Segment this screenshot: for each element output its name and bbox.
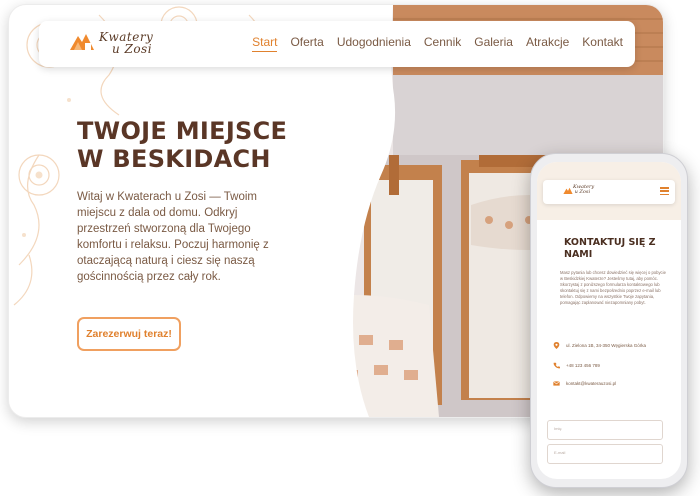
hero-description: Witaj w Kwaterach u Zosi — Twoim miejscu… (77, 191, 269, 283)
site-logo[interactable]: Kwatery u Zosi (69, 30, 169, 60)
hero-title: TWOJE MIEJSCE W BESKIDACH (77, 117, 337, 173)
nav-atrakcje[interactable]: Atrakcje (526, 35, 569, 52)
top-navbar: Kwatery u Zosi Start Oferta Udogodnienia… (39, 21, 635, 67)
mobile-logo-text[interactable]: Kwatery u Zosi (573, 185, 594, 195)
name-input[interactable]: Imię (547, 420, 663, 440)
email-input[interactable]: E-mail (547, 444, 663, 464)
phone-screen: Kwatery u Zosi KONTAKTUJ SIĘ Z NAMI Masz… (537, 162, 681, 479)
hero-title-line1: TWOJE MIEJSCE (77, 117, 288, 145)
hamburger-menu-icon[interactable] (660, 187, 669, 196)
nav-oferta[interactable]: Oferta (290, 35, 323, 52)
contact-address: ul. Zielona 1B, 34-350 Węgierska Górka (553, 342, 646, 349)
mountain-house-icon (70, 34, 94, 50)
mail-icon (553, 381, 560, 386)
reserve-button[interactable]: Zarezerwuj teraz! (77, 317, 181, 351)
nav-galeria[interactable]: Galeria (474, 35, 513, 52)
mobile-navbar: Kwatery u Zosi (543, 180, 675, 204)
main-menu: Start Oferta Udogodnienia Cennik Galeria… (252, 35, 623, 52)
contact-email: kontakt@kwaterauzosi.pl (553, 380, 616, 387)
nav-cennik[interactable]: Cennik (424, 35, 461, 52)
mobile-contact-title: KONTAKTUJ SIĘ Z NAMI (564, 237, 656, 260)
phone-icon (553, 362, 560, 369)
mobile-contact-text: Masz pytania lub chcesz dowiedzieć się w… (560, 270, 666, 305)
nav-start[interactable]: Start (252, 35, 278, 52)
logo-text: Kwatery u Zosi (99, 30, 154, 56)
nav-udogodnienia[interactable]: Udogodnienia (337, 35, 411, 52)
phone-mockup: Kwatery u Zosi KONTAKTUJ SIĘ Z NAMI Masz… (530, 153, 688, 488)
hero-title-line2: W BESKIDACH (77, 145, 271, 173)
nav-kontakt[interactable]: Kontakt (582, 35, 623, 52)
contact-phone: +48 123 456 789 (553, 362, 600, 369)
mountain-house-icon (563, 187, 573, 194)
location-pin-icon (553, 342, 560, 349)
